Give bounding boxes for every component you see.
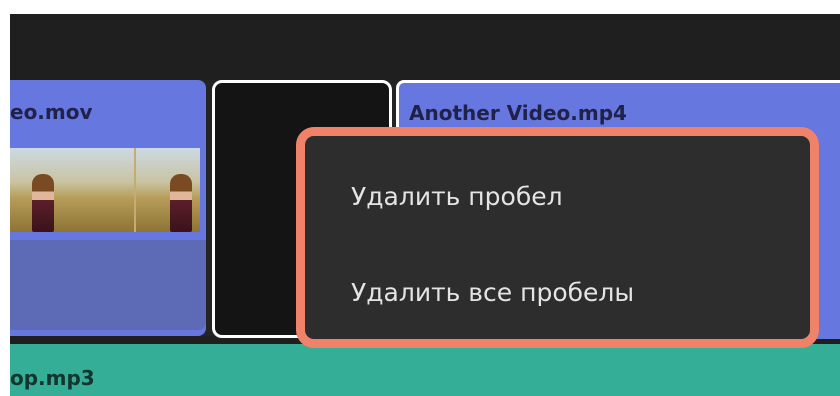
person-figure [32,174,54,232]
video-clip-audio-part [10,240,206,330]
person-figure [170,174,192,232]
video-clip-mp4-title: Another Video.mp4 [409,101,627,125]
audio-track[interactable]: op.mp3 [10,344,840,396]
clip-thumbnails [10,148,200,232]
context-menu: Удалить пробел Удалить все пробелы [296,127,819,348]
audio-clip-title: op.mp3 [10,366,95,390]
video-clip-mov[interactable]: eo.mov [10,80,206,336]
menu-item-delete-all-gaps[interactable]: Удалить все пробелы [351,278,634,307]
video-clip-mov-title: eo.mov [10,100,93,124]
menu-item-delete-gap[interactable]: Удалить пробел [351,182,563,211]
thumbnail-frame [10,148,134,232]
thumbnail-frame [136,148,200,232]
